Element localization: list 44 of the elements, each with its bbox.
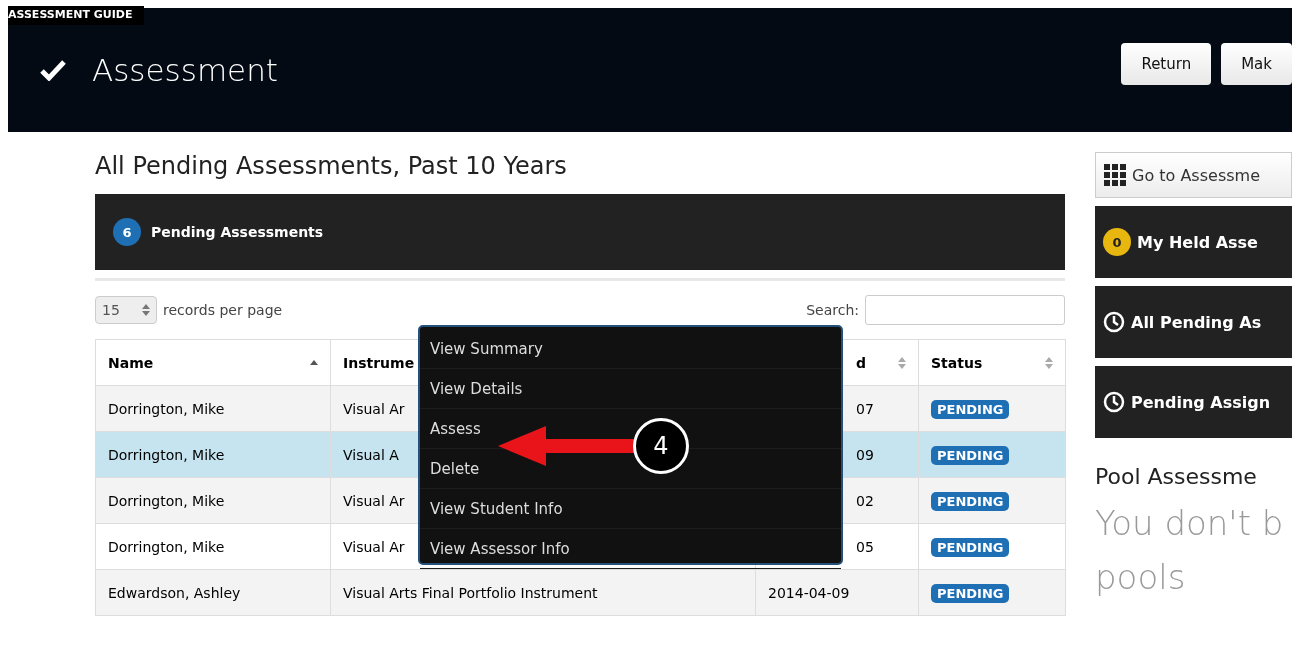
status-badge: PENDING (931, 445, 1010, 465)
checkmark-icon (40, 59, 66, 81)
name-cell[interactable]: Dorrington, Mike (95, 477, 331, 524)
name-cell[interactable]: Dorrington, Mike (95, 385, 331, 432)
instrument-cell: Visual Arts Final Portfolio Instrument (330, 569, 756, 616)
count-badge: 0 (1103, 228, 1131, 256)
summary-label: Pending Assessments (151, 224, 324, 240)
page-title: Assessment (92, 52, 278, 88)
pending-filter-button[interactable]: All Pending As (1095, 286, 1292, 358)
column-header[interactable]: Name (95, 339, 331, 386)
status-badge: PENDING (931, 491, 1010, 511)
held-assessments-button[interactable]: 0 My Held Asse (1095, 206, 1292, 278)
menu-item[interactable]: View Details (420, 369, 841, 409)
page-size-select[interactable]: 15 (95, 296, 157, 324)
name-cell[interactable]: Dorrington, Mike (95, 523, 331, 570)
clock-icon (1103, 391, 1125, 413)
search-label: Search: (806, 302, 859, 318)
section-heading: All Pending Assessments, Past 10 Years (95, 152, 568, 180)
pool-message: pools (1095, 557, 1187, 597)
pending-filter-button[interactable]: Pending Assign (1095, 366, 1292, 438)
guide-label: ASSESSMENT GUIDE (8, 6, 145, 25)
header-button[interactable]: Return (1121, 43, 1212, 85)
pool-heading: Pool Assessme (1095, 464, 1258, 489)
clock-icon (1103, 311, 1125, 333)
sort-icon[interactable] (1045, 356, 1053, 369)
status-badge: PENDING (931, 537, 1010, 557)
status-badge: PENDING (931, 399, 1010, 419)
count-badge: 6 (113, 218, 141, 246)
page-size-label: records per page (163, 302, 283, 318)
go-to-assessments-button[interactable]: Go to Assessme (1095, 152, 1292, 198)
menu-item[interactable]: View Summary (420, 329, 841, 369)
sort-icon[interactable] (898, 356, 906, 369)
column-header[interactable]: Status (918, 339, 1066, 386)
name-cell[interactable]: Edwardson, Ashley (95, 569, 331, 616)
header-button[interactable]: Mak (1221, 43, 1292, 85)
menu-item[interactable]: View Student Info (420, 489, 841, 529)
search-field[interactable] (865, 295, 1065, 325)
menu-item[interactable]: View Assessor Info (420, 529, 841, 569)
date-cell: 2014-04-09 (755, 569, 919, 616)
pool-message: You don't b (1095, 503, 1285, 543)
name-cell[interactable]: Dorrington, Mike (95, 431, 331, 478)
grid-icon (1104, 164, 1126, 186)
stepper-icon (142, 304, 150, 316)
status-badge: PENDING (931, 583, 1010, 603)
